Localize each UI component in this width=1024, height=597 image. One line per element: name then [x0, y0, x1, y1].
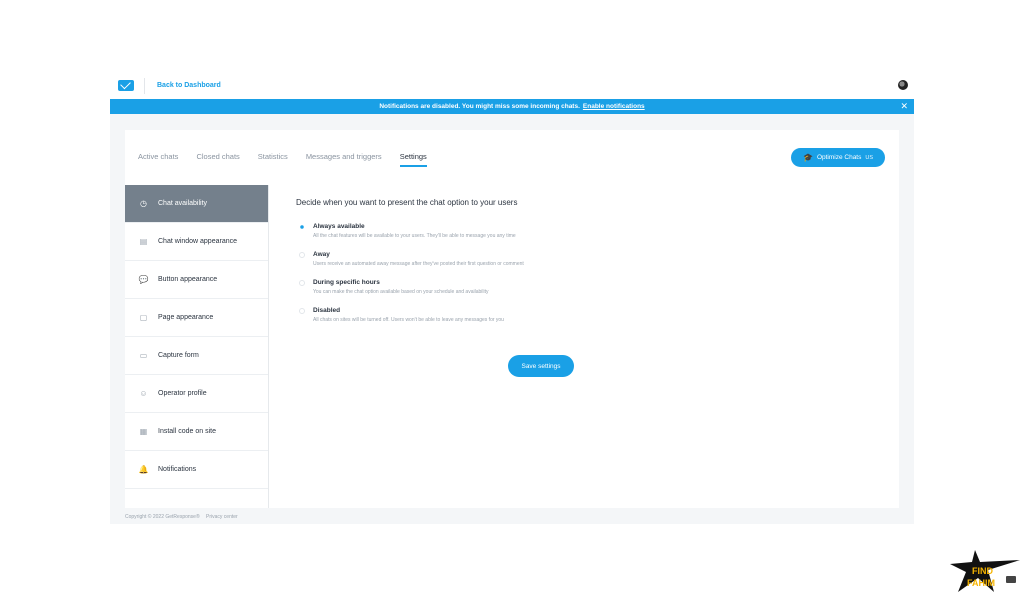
page-title: Decide when you want to present the chat…	[296, 198, 518, 207]
clock-icon: ◷	[140, 199, 147, 208]
radio-disabled[interactable]	[299, 308, 305, 314]
window-icon: ▤	[139, 237, 148, 246]
option-description: All chats on sites will be turned off. U…	[313, 317, 504, 323]
tab-bar: Active chats Closed chats Statistics Mes…	[138, 152, 445, 167]
sidebar-item-chat-availability[interactable]: ◷ Chat availability	[125, 185, 268, 223]
optimize-chats-button[interactable]: 🎓 Optimize Chats US	[791, 148, 885, 167]
option-description: You can make the chat option available b…	[313, 289, 489, 295]
app-window: Back to Dashboard Notifications are disa…	[110, 72, 914, 524]
optimize-chats-tag: US	[865, 154, 874, 161]
option-always-available[interactable]: Always available All the chat features w…	[296, 223, 856, 239]
avatar[interactable]	[898, 80, 908, 90]
save-settings-button[interactable]: Save settings	[508, 355, 574, 377]
tab-messages-and-triggers[interactable]: Messages and triggers	[306, 152, 382, 167]
close-icon[interactable]: ✕	[900, 101, 908, 112]
top-bar: Back to Dashboard	[110, 72, 914, 99]
sidebar-item-chat-window-appearance[interactable]: ▤ Chat window appearance	[125, 223, 268, 261]
sidebar-item-label: Chat availability	[158, 200, 208, 207]
radio-away[interactable]	[299, 252, 305, 258]
notification-text: Notifications are disabled. You might mi…	[379, 103, 580, 110]
back-to-dashboard-link[interactable]: Back to Dashboard	[157, 82, 221, 89]
page-icon: ▢	[139, 313, 148, 322]
option-during-specific-hours[interactable]: During specific hours You can make the c…	[296, 279, 856, 295]
sidebar-item-label: Operator profile	[158, 390, 207, 397]
optimize-chats-label: Optimize Chats	[816, 154, 862, 161]
findfahim-watermark-logo: FIND FAHIM	[950, 550, 1020, 592]
smiley-icon: ☺	[139, 389, 148, 398]
sidebar-item-page-appearance[interactable]: ▢ Page appearance	[125, 299, 268, 337]
option-title: During specific hours	[313, 279, 380, 286]
graduation-cap-icon: 🎓	[802, 153, 813, 162]
sidebar-item-notifications[interactable]: 🔔 Notifications	[125, 451, 268, 489]
option-title: Away	[313, 251, 330, 258]
form-icon: ▭	[139, 351, 148, 360]
sidebar-item-label: Capture form	[158, 352, 199, 359]
radio-always-available[interactable]	[299, 224, 305, 230]
tab-closed-chats[interactable]: Closed chats	[196, 152, 239, 167]
radio-during-specific-hours[interactable]	[299, 280, 305, 286]
sidebar-item-label: Notifications	[158, 466, 197, 473]
watermark-line2: FAHIM	[967, 578, 995, 588]
footer: Copyright © 2022 GetResponse® Privacy ce…	[125, 514, 243, 520]
tab-settings[interactable]: Settings	[399, 152, 427, 167]
option-description: Users receive an automated away message …	[313, 261, 524, 267]
option-title: Disabled	[313, 307, 341, 314]
sidebar-item-capture-form[interactable]: ▭ Capture form	[125, 337, 268, 375]
laptop-icon	[1006, 576, 1016, 583]
chat-bubble-icon: 💬	[138, 275, 149, 284]
option-disabled[interactable]: Disabled All chats on sites will be turn…	[296, 307, 856, 323]
watermark-line1: FIND	[972, 566, 993, 576]
enable-notifications-link[interactable]: Enable notifications	[583, 103, 645, 110]
settings-sidebar: ◷ Chat availability ▤ Chat window appear…	[125, 185, 269, 508]
sidebar-item-install-code[interactable]: ▦ Install code on site	[125, 413, 268, 451]
bell-icon: 🔔	[138, 465, 149, 474]
copyright-text: Copyright © 2022 GetResponse®	[125, 514, 200, 520]
sidebar-item-operator-profile[interactable]: ☺ Operator profile	[125, 375, 268, 413]
mail-logo-icon[interactable]	[118, 80, 134, 91]
sidebar-item-label: Button appearance	[158, 276, 218, 283]
sidebar-item-label: Install code on site	[158, 428, 216, 435]
tab-active-chats[interactable]: Active chats	[138, 152, 178, 167]
option-away[interactable]: Away Users receive an automated away mes…	[296, 251, 856, 267]
tab-statistics[interactable]: Statistics	[258, 152, 288, 167]
sidebar-item-button-appearance[interactable]: 💬 Button appearance	[125, 261, 268, 299]
notification-banner: Notifications are disabled. You might mi…	[110, 99, 914, 114]
divider	[144, 77, 145, 94]
chat-availability-panel: Decide when you want to present the chat…	[296, 198, 856, 377]
code-icon: ▦	[139, 427, 148, 436]
sidebar-item-label: Page appearance	[158, 314, 214, 321]
option-description: All the chat features will be available …	[313, 233, 516, 239]
option-title: Always available	[313, 223, 365, 230]
settings-card: Active chats Closed chats Statistics Mes…	[125, 130, 899, 508]
sidebar-item-label: Chat window appearance	[158, 238, 237, 245]
privacy-center-link[interactable]: Privacy center	[206, 514, 238, 520]
